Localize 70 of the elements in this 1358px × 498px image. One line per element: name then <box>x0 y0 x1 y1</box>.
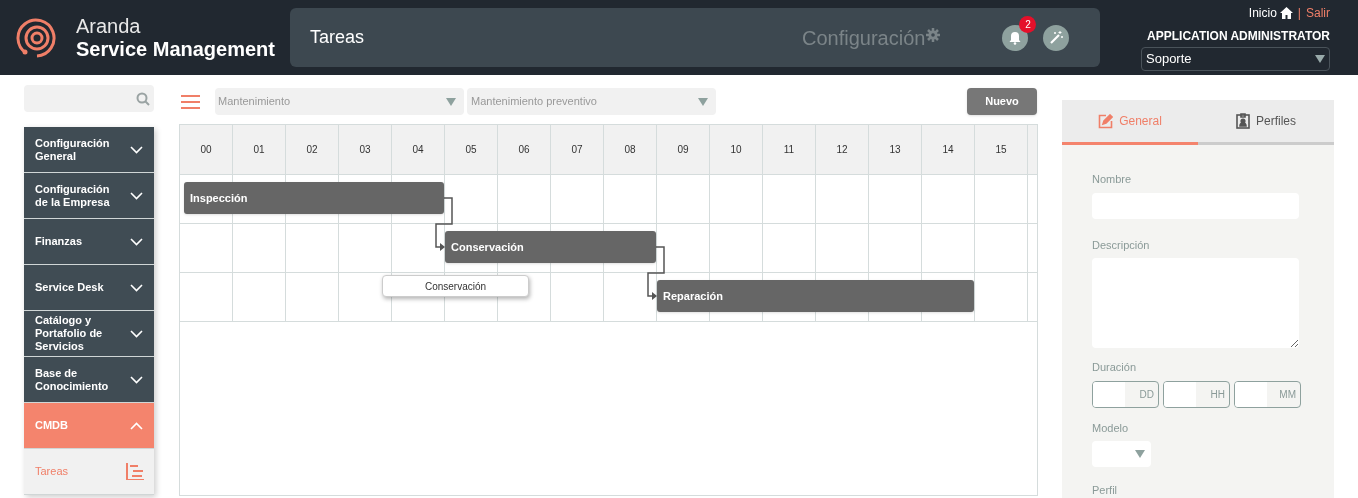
notification-badge: 2 <box>1019 15 1037 33</box>
magic-wand-icon <box>1048 30 1064 45</box>
chevron-down-icon <box>130 283 143 292</box>
field-label: Perfil <box>1092 483 1119 498</box>
tooltip: Conservación <box>382 275 529 297</box>
section-title: Configuración <box>802 25 926 51</box>
hour-label: 05 <box>445 125 498 174</box>
menu-item[interactable]: Configuración de la Empresa <box>24 173 154 219</box>
field-label: Nombre <box>1092 172 1133 187</box>
menu-item[interactable]: Base de Conocimiento <box>24 357 154 403</box>
field-label: Descripción <box>1092 237 1151 253</box>
menu-item[interactable]: Catálogo y Portafolio de Servicios <box>24 311 154 357</box>
field-label: Modelo <box>1092 420 1130 436</box>
hour-label: 02 <box>286 125 339 174</box>
page-title: Tareas <box>310 26 366 49</box>
chevron-down-icon <box>130 375 143 384</box>
menu-item[interactable]: Configuración General <box>24 127 154 173</box>
hour-label: 10 <box>710 125 763 174</box>
dropdown-arrow-icon <box>1135 450 1145 458</box>
brand-name: Aranda <box>76 16 142 36</box>
menu-item[interactable]: Finanzas <box>24 219 154 265</box>
task-bar[interactable]: Reparación <box>657 280 974 312</box>
dropdown-arrow-icon <box>698 97 708 106</box>
hour-label: 01 <box>233 125 286 174</box>
search-icon <box>136 91 150 106</box>
logo-icon <box>16 16 58 59</box>
home-icon <box>1279 7 1293 19</box>
task-bar[interactable]: Inspección <box>184 182 444 214</box>
chevron-down-icon <box>130 237 143 246</box>
hour-label: 09 <box>657 125 710 174</box>
user-name: APPLICATION ADMINISTRATOR <box>1147 28 1330 45</box>
hour-label: 04 <box>392 125 445 174</box>
hour-label: 15 <box>975 125 1028 174</box>
description-field[interactable] <box>1092 258 1299 348</box>
hour-label: 07 <box>551 125 604 174</box>
hour-label: 13 <box>869 125 922 174</box>
dropdown-arrow-icon <box>446 97 456 106</box>
menu-icon[interactable] <box>181 94 200 109</box>
dependency-arrow <box>647 246 665 300</box>
field-label: Duración <box>1092 360 1138 375</box>
chevron-down-icon <box>130 329 143 338</box>
menu-item[interactable]: Service Desk <box>24 265 154 311</box>
edit-icon <box>1098 113 1114 129</box>
bell-icon <box>1008 30 1023 45</box>
chevron-down-icon <box>130 145 143 154</box>
tools-button[interactable] <box>1043 24 1070 51</box>
tab[interactable]: Perfiles <box>1198 100 1334 145</box>
dropdown-arrow-icon <box>1315 55 1325 63</box>
dependency-arrow <box>435 197 453 251</box>
chevron-down-icon <box>130 191 143 200</box>
gear-icon <box>926 27 941 42</box>
hour-label: 00 <box>180 125 233 174</box>
hour-label: 11 <box>763 125 816 174</box>
gantt-icon <box>126 463 144 480</box>
hour-label: 12 <box>816 125 869 174</box>
home-link[interactable]: Inicio <box>1248 4 1277 22</box>
separator: | <box>1297 5 1301 22</box>
model-select[interactable] <box>1092 441 1151 467</box>
hour-label: 14 <box>922 125 975 174</box>
chevron-up-icon <box>130 421 143 430</box>
task-bar[interactable]: Conservación <box>445 231 656 263</box>
new-button[interactable]: Nuevo <box>967 88 1037 115</box>
clipboard-icon <box>1236 113 1250 129</box>
search-field[interactable] <box>24 85 154 112</box>
role-select[interactable]: Soporte <box>1141 47 1330 71</box>
hour-label: 03 <box>339 125 392 174</box>
logout-link[interactable]: Salir <box>1306 4 1330 22</box>
hour-label: 08 <box>604 125 657 174</box>
product-name: Service Management <box>76 39 276 59</box>
hour-label: 06 <box>498 125 551 174</box>
